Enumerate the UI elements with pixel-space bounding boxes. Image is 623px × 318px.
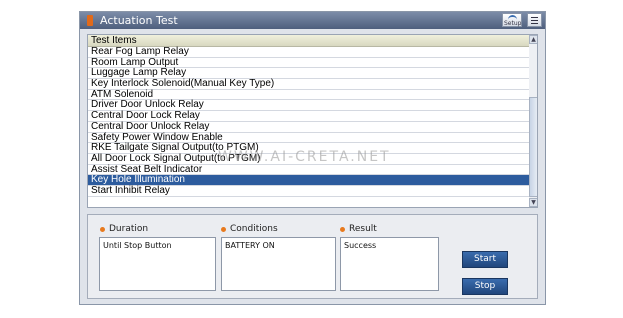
window-title: Actuation Test bbox=[100, 14, 178, 27]
result-bullet-icon bbox=[340, 227, 345, 232]
list-header-label: Test Items bbox=[91, 35, 137, 46]
list-item[interactable]: Start Inhibit Relay bbox=[88, 185, 529, 197]
scroll-thumb[interactable] bbox=[529, 97, 537, 197]
scroll-up-icon[interactable]: ▲ bbox=[529, 35, 537, 44]
result-value: Success bbox=[340, 237, 439, 291]
duration-label: Duration bbox=[109, 224, 149, 234]
menu-icon-line bbox=[531, 20, 538, 21]
watermark: WWW.AI-CRETA.NET bbox=[218, 149, 391, 165]
app-icon bbox=[87, 15, 93, 26]
menu-icon-line bbox=[531, 23, 538, 24]
menu-button[interactable] bbox=[527, 13, 542, 27]
duration-bullet-icon bbox=[100, 227, 105, 232]
conditions-label: Conditions bbox=[230, 224, 278, 234]
list-item[interactable]: Key Interlock Solenoid(Manual Key Type) bbox=[88, 78, 529, 90]
conditions-bullet-icon bbox=[221, 227, 226, 232]
conditions-value: BATTERY ON bbox=[221, 237, 336, 291]
test-info-panel: Duration Until Stop Button Conditions BA… bbox=[87, 214, 538, 299]
setup-button[interactable]: Setup bbox=[502, 13, 522, 27]
setup-label: Setup bbox=[504, 20, 522, 27]
list-rows: Rear Fog Lamp Relay Room Lamp Output Lugga… bbox=[88, 46, 529, 197]
list-item[interactable]: Central Door Unlock Relay bbox=[88, 121, 529, 133]
test-items-list: Test Items Rear Fog Lamp Relay Room Lamp … bbox=[87, 34, 538, 208]
duration-value: Until Stop Button bbox=[99, 237, 216, 291]
stop-button[interactable]: Stop bbox=[462, 278, 508, 295]
result-label: Result bbox=[349, 224, 377, 234]
list-scrollbar[interactable]: ▲ ▼ bbox=[529, 35, 537, 207]
title-bar: Actuation Test Setup bbox=[80, 12, 545, 29]
start-button[interactable]: Start bbox=[462, 251, 508, 268]
scroll-down-icon[interactable]: ▼ bbox=[529, 198, 537, 207]
menu-icon bbox=[531, 17, 538, 18]
